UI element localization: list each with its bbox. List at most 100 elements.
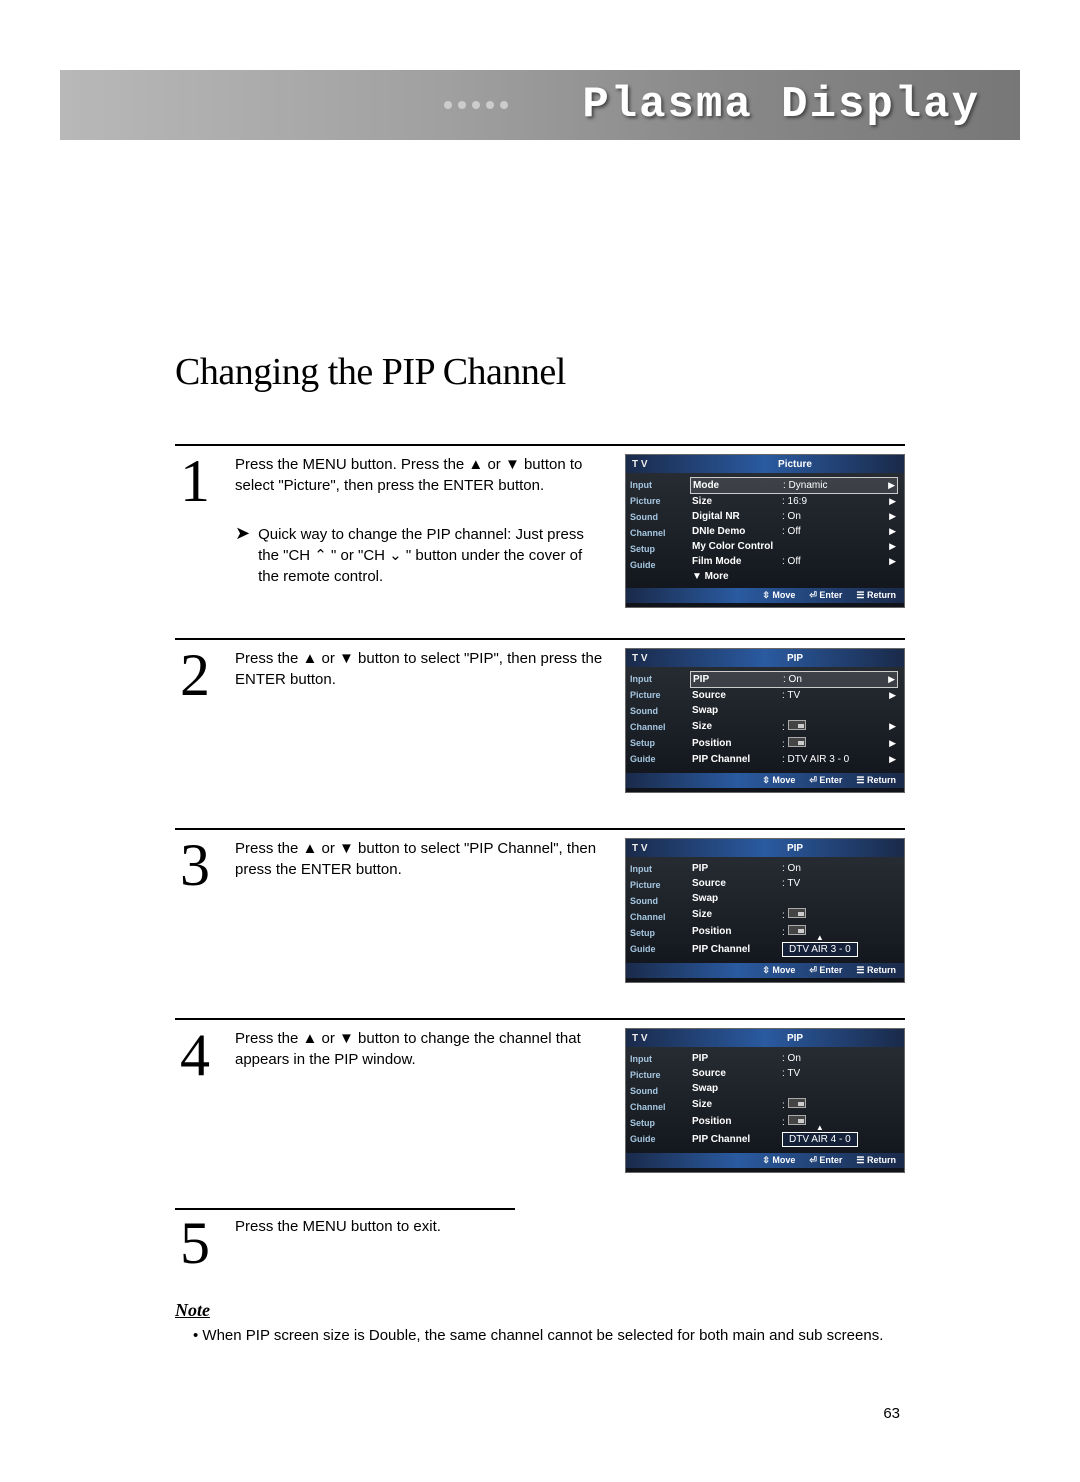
osd-row-label: PIP bbox=[692, 1053, 778, 1064]
osd-row[interactable]: Source: TV bbox=[690, 876, 898, 891]
page-title: Changing the PIP Channel bbox=[175, 350, 905, 394]
osd-main: PIP: OnSource: TVSwapSize: Position: PIP… bbox=[686, 1047, 904, 1151]
chevron-right-icon: ▶ bbox=[884, 511, 896, 522]
osd-sidebar-item[interactable]: Channel bbox=[628, 909, 684, 925]
osd-foot-enter: ⏎ Enter bbox=[809, 1155, 842, 1166]
osd-row[interactable]: Size: 16:9▶ bbox=[690, 494, 898, 509]
osd-sidebar-item[interactable]: Picture bbox=[628, 687, 684, 703]
osd-row-value: : bbox=[782, 1115, 896, 1128]
osd-row-label: Mode bbox=[693, 480, 779, 491]
osd-row[interactable]: PIP: On▶ bbox=[690, 671, 898, 688]
pip-size-icon bbox=[788, 925, 806, 935]
osd-row[interactable]: Size: bbox=[690, 1096, 898, 1113]
step-number: 3 bbox=[175, 838, 215, 988]
osd-row-label: My Color Control bbox=[692, 541, 778, 552]
chevron-right-icon: ▶ bbox=[884, 541, 896, 552]
step-1: 1 Press the MENU button. Press the ▲ or … bbox=[175, 444, 905, 608]
osd-row-value: : On bbox=[782, 511, 880, 522]
osd-sidebar-item[interactable]: Picture bbox=[628, 1067, 684, 1083]
osd-tv-label: T V bbox=[626, 843, 686, 854]
osd-main: PIP: OnSource: TV Swap Size: Position: PIP… bbox=[686, 857, 904, 961]
chevron-right-icon: ▶ bbox=[884, 721, 896, 732]
osd-sidebar-item[interactable]: Sound bbox=[628, 1083, 684, 1099]
chevron-right-icon: ▶ bbox=[883, 674, 895, 685]
osd-row[interactable]: Film Mode: Off▶ bbox=[690, 554, 898, 569]
osd-footer: ⇳ Move⏎ Enter☰ Return bbox=[626, 773, 904, 788]
osd-sidebar-item[interactable]: Guide bbox=[628, 751, 684, 767]
osd-row-value: : Off bbox=[782, 526, 880, 537]
osd-row-label: Film Mode bbox=[692, 556, 778, 567]
osd-row[interactable]: Swap bbox=[690, 1081, 898, 1096]
osd-sidebar-item[interactable]: Input bbox=[628, 671, 684, 687]
pip-size-icon bbox=[788, 720, 806, 730]
osd-row[interactable]: Size: bbox=[690, 906, 898, 923]
osd-sidebar-item[interactable]: Input bbox=[628, 861, 684, 877]
osd-sidebar-item[interactable]: Setup bbox=[628, 735, 684, 751]
osd-tv-label: T V bbox=[626, 459, 686, 470]
osd-row[interactable]: Digital NR: On▶ bbox=[690, 509, 898, 524]
osd-sidebar-item[interactable]: Sound bbox=[628, 509, 684, 525]
osd-row[interactable]: DNIe Demo: Off▶ bbox=[690, 524, 898, 539]
osd-row[interactable]: Size: ▶ bbox=[690, 718, 898, 735]
osd-row[interactable]: PIP: On bbox=[690, 1051, 898, 1066]
osd-row[interactable]: ▼ More bbox=[690, 569, 898, 584]
osd-sidebar-item[interactable]: Setup bbox=[628, 925, 684, 941]
osd-row[interactable]: Swap bbox=[690, 891, 898, 906]
step-text: Press the ▲ or ▼ button to select "PIP C… bbox=[235, 838, 605, 988]
osd-sidebar: InputPictureSoundChannelSetupGuide bbox=[626, 667, 686, 771]
osd-row[interactable]: Position: bbox=[690, 923, 898, 940]
osd-title: PIP bbox=[686, 1033, 904, 1044]
chevron-right-icon: ▶ bbox=[884, 738, 896, 749]
quick-tip-text: Quick way to change the PIP channel: Jus… bbox=[258, 524, 605, 587]
pip-size-icon bbox=[788, 1115, 806, 1125]
osd-screenshot-4: T VPIPInputPictureSoundChannelSetupGuide… bbox=[625, 1028, 905, 1178]
osd-row-value: DTV AIR 3 - 0 bbox=[782, 942, 896, 957]
osd-title: PIP bbox=[686, 653, 904, 664]
osd-row[interactable]: PIP ChannelDTV AIR 4 - 0 bbox=[690, 1130, 898, 1149]
osd-main: PIP: On▶Source: TV▶SwapSize: ▶Position: … bbox=[686, 667, 904, 771]
osd-sidebar-item[interactable]: Setup bbox=[628, 1115, 684, 1131]
osd-sidebar-item[interactable]: Picture bbox=[628, 877, 684, 893]
osd-row[interactable]: Position: bbox=[690, 1113, 898, 1130]
osd-screenshot-1: T VPictureInputPictureSoundChannelSetupG… bbox=[625, 454, 905, 608]
osd-sidebar-item[interactable]: Guide bbox=[628, 1131, 684, 1147]
osd-row-label: Swap bbox=[692, 893, 778, 904]
osd-row-label: Size bbox=[692, 496, 778, 507]
osd-row[interactable]: PIP: On bbox=[690, 861, 898, 876]
osd-sidebar-item[interactable]: Channel bbox=[628, 1099, 684, 1115]
osd-sidebar-item[interactable]: Guide bbox=[628, 941, 684, 957]
osd-title: PIP bbox=[686, 843, 904, 854]
page-number: 63 bbox=[883, 1405, 900, 1422]
osd-row-label: PIP bbox=[692, 863, 778, 874]
osd-sidebar-item[interactable]: Setup bbox=[628, 541, 684, 557]
step-divider bbox=[175, 1208, 515, 1210]
osd-row-label: Source bbox=[692, 878, 778, 889]
step-text: Press the ▲ or ▼ button to change the ch… bbox=[235, 1028, 605, 1178]
osd-row-value: : 16:9 bbox=[782, 496, 880, 507]
osd-sidebar-item[interactable]: Input bbox=[628, 1051, 684, 1067]
osd-foot-enter: ⏎ Enter bbox=[809, 965, 842, 976]
osd-selected-value[interactable]: DTV AIR 3 - 0 bbox=[782, 942, 858, 957]
header-banner: Plasma Display bbox=[60, 70, 1020, 140]
osd-selected-value[interactable]: DTV AIR 4 - 0 bbox=[782, 1132, 858, 1147]
osd-sidebar-item[interactable]: Channel bbox=[628, 525, 684, 541]
step-5: 5 Press the MENU button to exit. bbox=[175, 1216, 905, 1270]
osd-row[interactable]: Swap bbox=[690, 703, 898, 718]
osd-row[interactable]: PIP ChannelDTV AIR 3 - 0 bbox=[690, 940, 898, 959]
chevron-right-icon: ▶ bbox=[884, 526, 896, 537]
osd-sidebar-item[interactable]: Picture bbox=[628, 493, 684, 509]
osd-row[interactable]: My Color Control ▶ bbox=[690, 539, 898, 554]
osd-sidebar-item[interactable]: Guide bbox=[628, 557, 684, 573]
osd-row[interactable]: Source: TV▶ bbox=[690, 688, 898, 703]
osd-sidebar-item[interactable]: Sound bbox=[628, 893, 684, 909]
step-text-line: Press the MENU button. Press the ▲ or ▼ … bbox=[235, 454, 605, 496]
osd-sidebar-item[interactable]: Channel bbox=[628, 719, 684, 735]
osd-foot-enter: ⏎ Enter bbox=[809, 590, 842, 601]
osd-row[interactable]: Position: ▶ bbox=[690, 735, 898, 752]
osd-row[interactable]: Mode: Dynamic▶ bbox=[690, 477, 898, 494]
osd-row-label: PIP Channel bbox=[692, 754, 778, 765]
osd-row[interactable]: PIP Channel: DTV AIR 3 - 0▶ bbox=[690, 752, 898, 767]
osd-sidebar-item[interactable]: Input bbox=[628, 477, 684, 493]
osd-sidebar-item[interactable]: Sound bbox=[628, 703, 684, 719]
osd-row[interactable]: Source: TV bbox=[690, 1066, 898, 1081]
